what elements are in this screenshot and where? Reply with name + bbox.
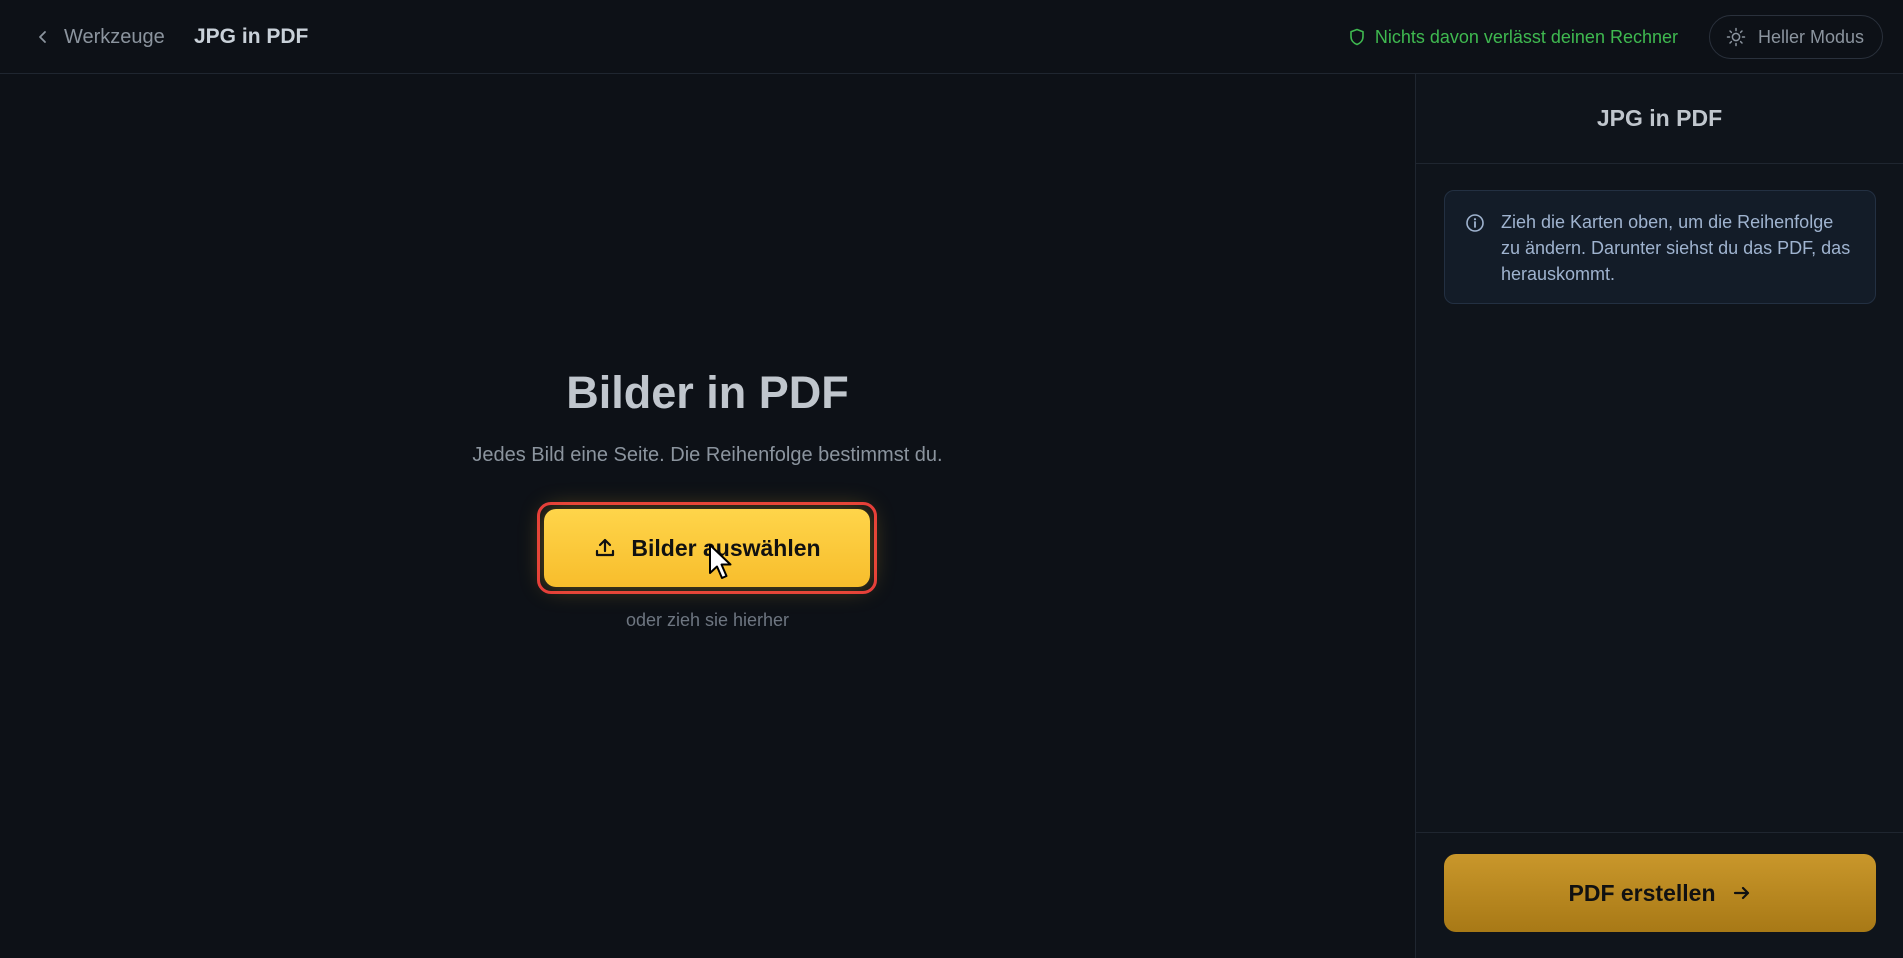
page-subtitle: Jedes Bild eine Seite. Die Reihenfolge b…	[472, 444, 943, 466]
page-title: Bilder in PDF	[566, 367, 849, 418]
upload-area[interactable]: Bilder in PDF Jedes Bild eine Seite. Die…	[0, 74, 1415, 958]
arrow-right-icon	[1733, 886, 1749, 900]
create-pdf-label: PDF erstellen	[1568, 879, 1716, 906]
shield-icon	[1350, 28, 1364, 46]
create-pdf-button[interactable]: PDF erstellen	[1444, 854, 1876, 932]
select-images-label: Bilder auswählen	[631, 534, 821, 561]
info-box: Zieh die Karten oben, um die Reihenfolge…	[1444, 190, 1876, 304]
mode-toggle-label: Heller Modus	[1757, 26, 1864, 47]
chevron-left-icon	[39, 31, 46, 43]
breadcrumb-current-tool: JPG in PDF	[194, 25, 309, 48]
drop-hint: oder zieh sie hierher	[625, 610, 790, 630]
sun-icon	[1726, 27, 1746, 47]
privacy-text: Nichts davon verlässt deinen Rechner	[1374, 26, 1678, 47]
settings-sidebar: JPG in PDF Zieh die Karten oben, um die …	[1415, 74, 1903, 958]
sidebar-footer: PDF erstellen	[1416, 832, 1903, 958]
light-mode-toggle[interactable]: Heller Modus	[1708, 15, 1883, 59]
back-to-tools-link[interactable]: Werkzeuge	[36, 22, 165, 52]
info-icon	[1466, 214, 1484, 232]
privacy-notice: Nichts davon verlässt deinen Rechner	[1349, 22, 1678, 52]
info-text: Zieh die Karten oben, um die Reihenfolge…	[1501, 212, 1851, 284]
select-images-button[interactable]: Bilder auswählen	[544, 509, 870, 587]
upload-icon	[596, 538, 615, 557]
sidebar-title: JPG in PDF	[1416, 74, 1903, 164]
top-bar: Werkzeuge JPG in PDF Nichts davon verläs…	[0, 0, 1903, 74]
back-link-label: Werkzeuge	[64, 25, 165, 48]
